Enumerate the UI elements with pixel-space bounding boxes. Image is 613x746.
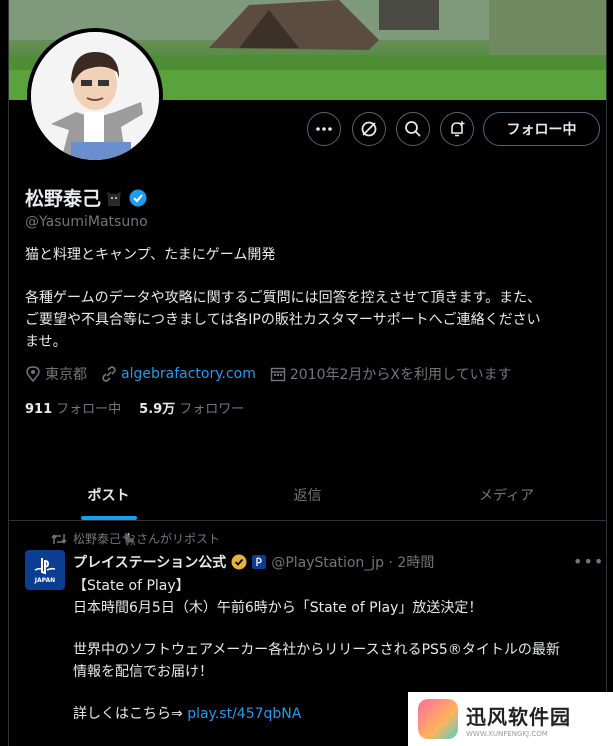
grok-button[interactable] [352,112,386,146]
site-watermark: 迅风软件园 WWW.XUNFENGKJ.COM [408,692,613,746]
post-line-5: 詳しくはこちら⇒ play.st/457qbNA [73,704,301,724]
search-button[interactable] [396,112,430,146]
profile-handle: @YasumiMatsuno [25,214,148,230]
tab-replies[interactable]: 返信 [208,470,407,520]
more-options-button[interactable] [307,112,341,146]
avatar-japan-label: JAPAN [34,576,56,584]
tab-posts[interactable]: ポスト [9,470,208,520]
repost-indicator: 松野泰己🐈‍⬛さんがリポスト [51,530,220,547]
playstation-logo-icon [34,557,56,574]
post-more-button[interactable]: ••• [573,552,604,571]
website[interactable]: algebrafactory.com [101,366,256,382]
profile-avatar[interactable] [27,28,163,164]
post-line-2: 日本時間6月5日（木）午前6時から「State of Play」放送決定！ [73,600,483,616]
post-link-prefix: 詳しくはこちら⇒ [73,706,183,722]
tab-media-label: メディア [478,488,535,504]
location-pin-icon [26,366,40,382]
website-link[interactable]: algebrafactory.com [121,366,256,382]
location: 東京都 [25,364,87,384]
repost-icon [51,533,67,544]
post-line-1: 【State of Play】 [73,578,190,594]
post-handle-time: @PlayStation_jp · 2時間 [271,555,435,571]
post-header: プレイステーション公式 @PlayStation_jp · 2時間 [73,552,434,572]
bio-line-4: ませ。 [25,334,67,350]
post-link[interactable]: play.st/457qbNA [187,706,301,722]
followers-label: フォロワー [179,402,245,417]
repost-text[interactable]: 松野泰己🐈‍⬛さんがリポスト [73,530,220,547]
grok-icon [361,121,377,137]
location-text: 東京都 [45,367,87,383]
bio-line-3: ご要望や不具合等につきましては各IPの販社カスタマーサポートへご連絡ください [25,312,541,328]
following-button[interactable]: フォロー中 [483,112,600,146]
active-tab-indicator [80,516,137,520]
gold-verified-badge-icon[interactable] [231,554,247,570]
display-name-text: 松野泰己 [25,188,102,210]
tab-replies-label: 返信 [293,488,322,504]
bell-plus-icon [451,121,465,137]
watermark-text: 迅风软件园 WWW.XUNFENGKJ.COM [466,701,571,738]
profile-meta: 東京都 algebrafactory.com 2010年2月からXを利用していま… [25,364,526,384]
black-cat-icon [107,190,122,206]
watermark-logo-icon [418,699,458,739]
link-icon [102,366,116,382]
followers-count: 5.9万 [139,402,176,417]
post-author-name[interactable]: プレイステーション公式 [73,552,226,572]
affiliate-badge-icon[interactable] [252,555,267,569]
bio-line-2: 各種ゲームのデータや攻略に関するご質問には回答を控えさせて頂きます。また、 [25,290,542,306]
search-icon [405,121,421,137]
display-name: 松野泰己 [25,184,147,211]
more-icon [316,127,332,131]
tab-media[interactable]: メディア [407,470,606,520]
followers-stat[interactable]: 5.9万 フォロワー [139,398,244,417]
tab-posts-label: ポスト [87,488,130,504]
profile-page: フォロー中 松野泰己 @YasumiMatsuno 猫と料理とキャンプ、たまにゲ… [8,0,607,746]
following-count: 911 [25,402,53,417]
watermark-title: 迅风软件园 [466,704,571,729]
profile-tabs: ポスト 返信 メディア [9,470,606,521]
following-label: フォロー中 [56,402,122,417]
calendar-icon [270,367,286,382]
bio-line-1: 猫と料理とキャンプ、たまにゲーム開発 [25,247,276,263]
follow-stats: 911 フォロー中 5.9万 フォロワー [25,398,244,417]
watermark-url: WWW.XUNFENGKJ.COM [466,729,548,738]
verified-badge-icon[interactable] [129,189,147,207]
post-author-avatar[interactable]: JAPAN [25,550,65,590]
post-line-3: 世界中のソフトウェアメーカー各社からリリースされるPS5®タイトルの最新 [73,642,560,658]
post-line-4: 情報を配信でお届け！ [73,664,213,680]
following-stat[interactable]: 911 フォロー中 [25,398,121,417]
join-date-text: 2010年2月からXを利用しています [289,367,512,383]
notifications-button[interactable] [440,112,474,146]
avatar-illustration [31,32,159,160]
join-date: 2010年2月からXを利用しています [270,364,512,384]
